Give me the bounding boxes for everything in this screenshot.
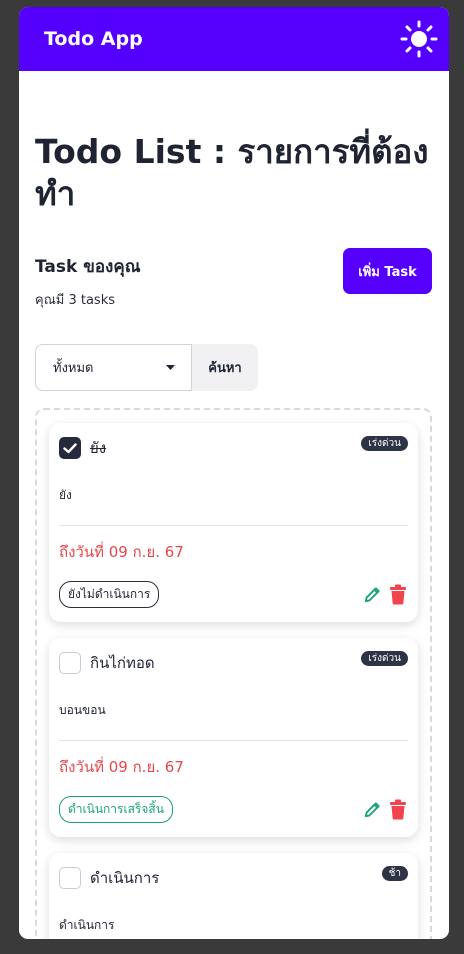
task-due-date: ถึงวันที่ 09 ก.ย. 67 [59,758,184,776]
theme-toggle-button[interactable] [399,19,439,59]
task-title: ยัง [90,439,107,457]
priority-badge: เร่งด่วน [361,650,408,666]
task-checkbox[interactable] [59,652,81,674]
check-icon [63,442,77,453]
task-card: ยัง เร่งด่วน ยัง ถึงวันที่ 09 ก.ย. 67 ยั… [49,423,418,622]
pencil-icon [364,802,380,818]
task-card: ดำเนินการ ช้า ดำเนินการ [49,853,418,939]
task-summary: Task ของคุณ คุณมี 3 tasks เพิ่ม Task [35,248,432,310]
filter-selected-value: ทั้งหมด [53,361,94,376]
priority-badge: เร่งด่วน [361,435,408,451]
task-card: กินไก่ทอด เร่งด่วน บอนขอน ถึงวันที่ 09 ก… [49,638,418,837]
task-heading: Task ของคุณ [35,257,141,277]
delete-button[interactable] [388,799,408,821]
edit-button[interactable] [362,584,382,606]
filter-bar: ทั้งหมด ค้นหา [35,344,432,391]
add-task-button[interactable]: เพิ่ม Task [343,248,432,294]
task-description: ดำเนินการ [59,916,408,939]
task-list: ยัง เร่งด่วน ยัง ถึงวันที่ 09 ก.ย. 67 ยั… [35,408,432,939]
pencil-icon [364,587,380,603]
page-title: Todo List : รายการที่ต้องทำ [35,132,429,213]
filter-select[interactable]: ทั้งหมด [35,344,192,391]
sun-icon [400,20,438,58]
trash-icon [390,584,406,605]
task-description: บอนขอน [59,701,408,741]
task-checkbox[interactable] [59,437,81,459]
task-due-date: ถึงวันที่ 09 ก.ย. 67 [59,543,184,561]
status-badge: ยังไม่ดำเนินการ [59,581,160,608]
edit-button[interactable] [362,799,382,821]
delete-button[interactable] [388,584,408,606]
task-checkbox[interactable] [59,867,81,889]
task-description: ยัง [59,486,408,526]
search-button[interactable]: ค้นหา [192,344,258,391]
priority-badge: ช้า [381,865,408,881]
app-title: Todo App [44,28,143,50]
caret-down-icon [166,364,175,370]
status-badge: ดำเนินการเสร็จสิ้น [59,796,173,823]
task-title: ดำเนินการ [90,869,160,887]
task-title: กินไก่ทอด [90,654,155,672]
task-count: คุณมี 3 tasks [35,293,115,308]
app-bar: Todo App [19,7,449,71]
trash-icon [390,799,406,820]
main-content: Todo List : รายการที่ต้องทำ Task ของคุณ … [19,131,449,939]
app-window: Todo App Todo List : รายการที่ต้องทำ Tas… [19,7,449,939]
